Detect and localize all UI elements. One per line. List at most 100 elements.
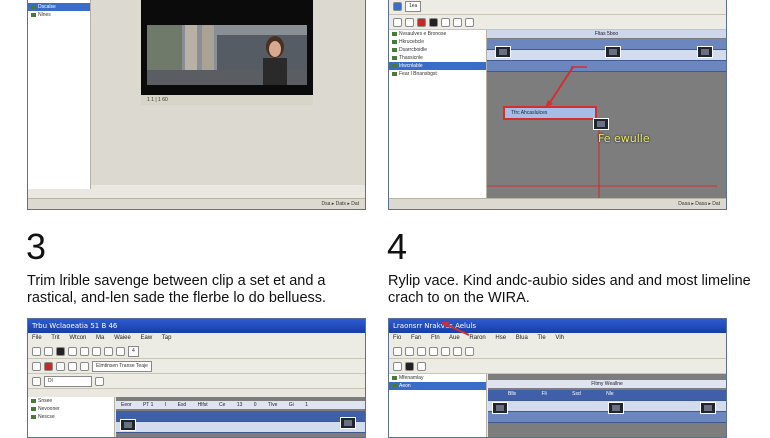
track-labels: Blls Fli Ssd Nle — [508, 391, 614, 397]
paste-icon[interactable] — [116, 346, 125, 356]
menu-item[interactable]: Eaw — [141, 335, 153, 341]
timeline-track[interactable] — [488, 412, 726, 423]
clip-thumbnail[interactable] — [608, 402, 624, 414]
stop-icon[interactable] — [429, 17, 438, 27]
undo-icon[interactable] — [429, 346, 438, 356]
save-icon[interactable] — [417, 346, 426, 356]
stop-icon[interactable] — [405, 361, 414, 371]
project-tree: Mfenamlay Aeon — [389, 374, 487, 437]
toolbar-secondary — [389, 15, 726, 30]
status-bar: Dsa ▸ Dats ▸ Dat — [28, 198, 365, 209]
menu-item[interactable]: Hse — [495, 335, 506, 341]
menu-item[interactable]: Fio — [393, 335, 401, 341]
record-icon[interactable] — [417, 17, 426, 27]
ruler-label: Ce — [219, 402, 226, 408]
timeline-panel[interactable]: Eeor PT 1 I Esd Hlfst Ce 13 0 Tlve Gi 1 — [116, 397, 365, 437]
tree-item[interactable]: Thassicnle — [389, 54, 486, 62]
split-icon[interactable] — [68, 361, 77, 371]
step-number: 3 — [26, 226, 47, 267]
paste-icon[interactable] — [453, 17, 462, 27]
toolbar-tertiary: Dl — [28, 374, 365, 389]
toolbar-secondary — [389, 359, 726, 374]
timeline-track[interactable] — [116, 411, 365, 422]
cut-icon[interactable] — [453, 346, 462, 356]
ruler-label: 13 — [236, 402, 243, 408]
menu-item[interactable]: Vlh — [555, 335, 564, 341]
cut-icon[interactable] — [441, 17, 450, 27]
transition-dropdown[interactable]: Elmtinsen Transe Teaje — [92, 360, 152, 372]
cut-icon[interactable] — [92, 346, 101, 356]
save-icon[interactable] — [56, 346, 65, 356]
menu-item[interactable]: Blua — [516, 335, 528, 341]
timeline-title: Fltmy Weallne — [488, 380, 726, 388]
tree-item[interactable]: Nescse — [28, 413, 114, 421]
copy-icon[interactable] — [405, 17, 414, 27]
trim-icon[interactable] — [56, 361, 65, 371]
timeline-panel[interactable]: Fltmy Weallne Blls Fli Ssd Nle — [488, 374, 726, 437]
effects-icon[interactable] — [465, 17, 474, 27]
undo-icon[interactable] — [68, 346, 77, 356]
track-label: Nle — [606, 391, 614, 397]
redo-icon[interactable] — [80, 346, 89, 356]
play-icon[interactable] — [393, 361, 402, 371]
view-icon[interactable] — [32, 376, 41, 386]
callout-label: Fe ewulle — [598, 132, 650, 145]
tree-item[interactable]: Dscalse — [28, 3, 90, 11]
tree-item[interactable]: Nlnes — [28, 11, 90, 19]
preview-controls: 1 1 | 1 60 — [141, 95, 313, 105]
timeline-track[interactable] — [488, 401, 726, 412]
menu-item[interactable]: Waiee — [114, 335, 131, 341]
new-icon[interactable] — [393, 346, 402, 356]
project-tree: Snsee Nevooner Nescse — [28, 397, 115, 437]
ruler-label: PT 1 — [142, 402, 154, 408]
step-number: 4 — [387, 226, 408, 267]
toolbar-field[interactable]: 4 — [128, 345, 139, 357]
toolbar-field[interactable]: 1ea — [405, 1, 422, 12]
open-icon[interactable] — [393, 2, 402, 11]
zoom-icon[interactable] — [95, 376, 104, 386]
track-label: Fli — [541, 391, 547, 397]
monitor-panel: 1 1 | 1 60 — [91, 0, 365, 185]
play-icon[interactable] — [32, 361, 41, 371]
timeline-track[interactable] — [116, 422, 365, 433]
copy-icon[interactable] — [465, 346, 474, 356]
timeline-canvas[interactable]: Fltas 5boo Tfrc Ahcaslulces Fe ewulle — [487, 30, 726, 198]
tree-item[interactable]: Hkrucebcle — [389, 38, 486, 46]
tree-item[interactable]: Fear l Bnansbgst — [389, 70, 486, 78]
tree-item[interactable]: Snsee — [28, 397, 114, 405]
record-icon[interactable] — [44, 361, 53, 371]
settings-icon[interactable] — [80, 361, 89, 371]
menu-item[interactable]: Tap — [162, 335, 172, 341]
tree-item[interactable]: Dsarrcboidle — [389, 46, 486, 54]
redo-icon[interactable] — [441, 346, 450, 356]
clip-thumbnail[interactable] — [492, 402, 508, 414]
clip-thumbnail[interactable] — [700, 402, 716, 414]
view-dropdown[interactable]: Dl — [44, 375, 92, 387]
clip-thumbnail[interactable] — [120, 419, 136, 431]
loop-icon[interactable] — [417, 361, 426, 371]
menu-item[interactable]: Ma — [96, 335, 104, 341]
status-bar: Dasa ▸ Dasa ▸ Dat — [389, 198, 726, 209]
menu-item[interactable]: File — [32, 335, 42, 341]
clip-thumbnail[interactable] — [340, 417, 356, 429]
new-icon[interactable] — [32, 346, 41, 356]
new-icon[interactable] — [393, 17, 402, 27]
menu-item[interactable]: Trit — [51, 335, 59, 341]
editor-window-4: Lraonsrr Nrakves Aeluls Fio Fan Ftn Aue … — [388, 318, 727, 438]
menu-item[interactable]: Wtcon — [69, 335, 86, 341]
menu-bar: File Trit Wtcon Ma Waiee Eaw Tap — [28, 333, 365, 344]
menu-item[interactable]: Tle — [537, 335, 545, 341]
toolbar: 4 — [28, 344, 365, 359]
menu-item[interactable]: Fan — [411, 335, 421, 341]
open-icon[interactable] — [405, 346, 414, 356]
annotation-arrow — [441, 322, 470, 336]
open-icon[interactable] — [44, 346, 53, 356]
tree-item[interactable]: Aeon — [389, 382, 486, 390]
tree-item[interactable]: Nevooner — [28, 405, 114, 413]
copy-icon[interactable] — [104, 346, 113, 356]
tree-item[interactable]: Nvsaulves e Bronose — [389, 30, 486, 38]
tree-item[interactable]: Mfenamlay — [389, 374, 486, 382]
video-preview: 1 1 | 1 60 — [141, 0, 313, 105]
step-text-line: Trim lrible savenge between clip a set e… — [27, 273, 326, 289]
tree-item[interactable]: Irlwcnlable — [389, 62, 486, 70]
